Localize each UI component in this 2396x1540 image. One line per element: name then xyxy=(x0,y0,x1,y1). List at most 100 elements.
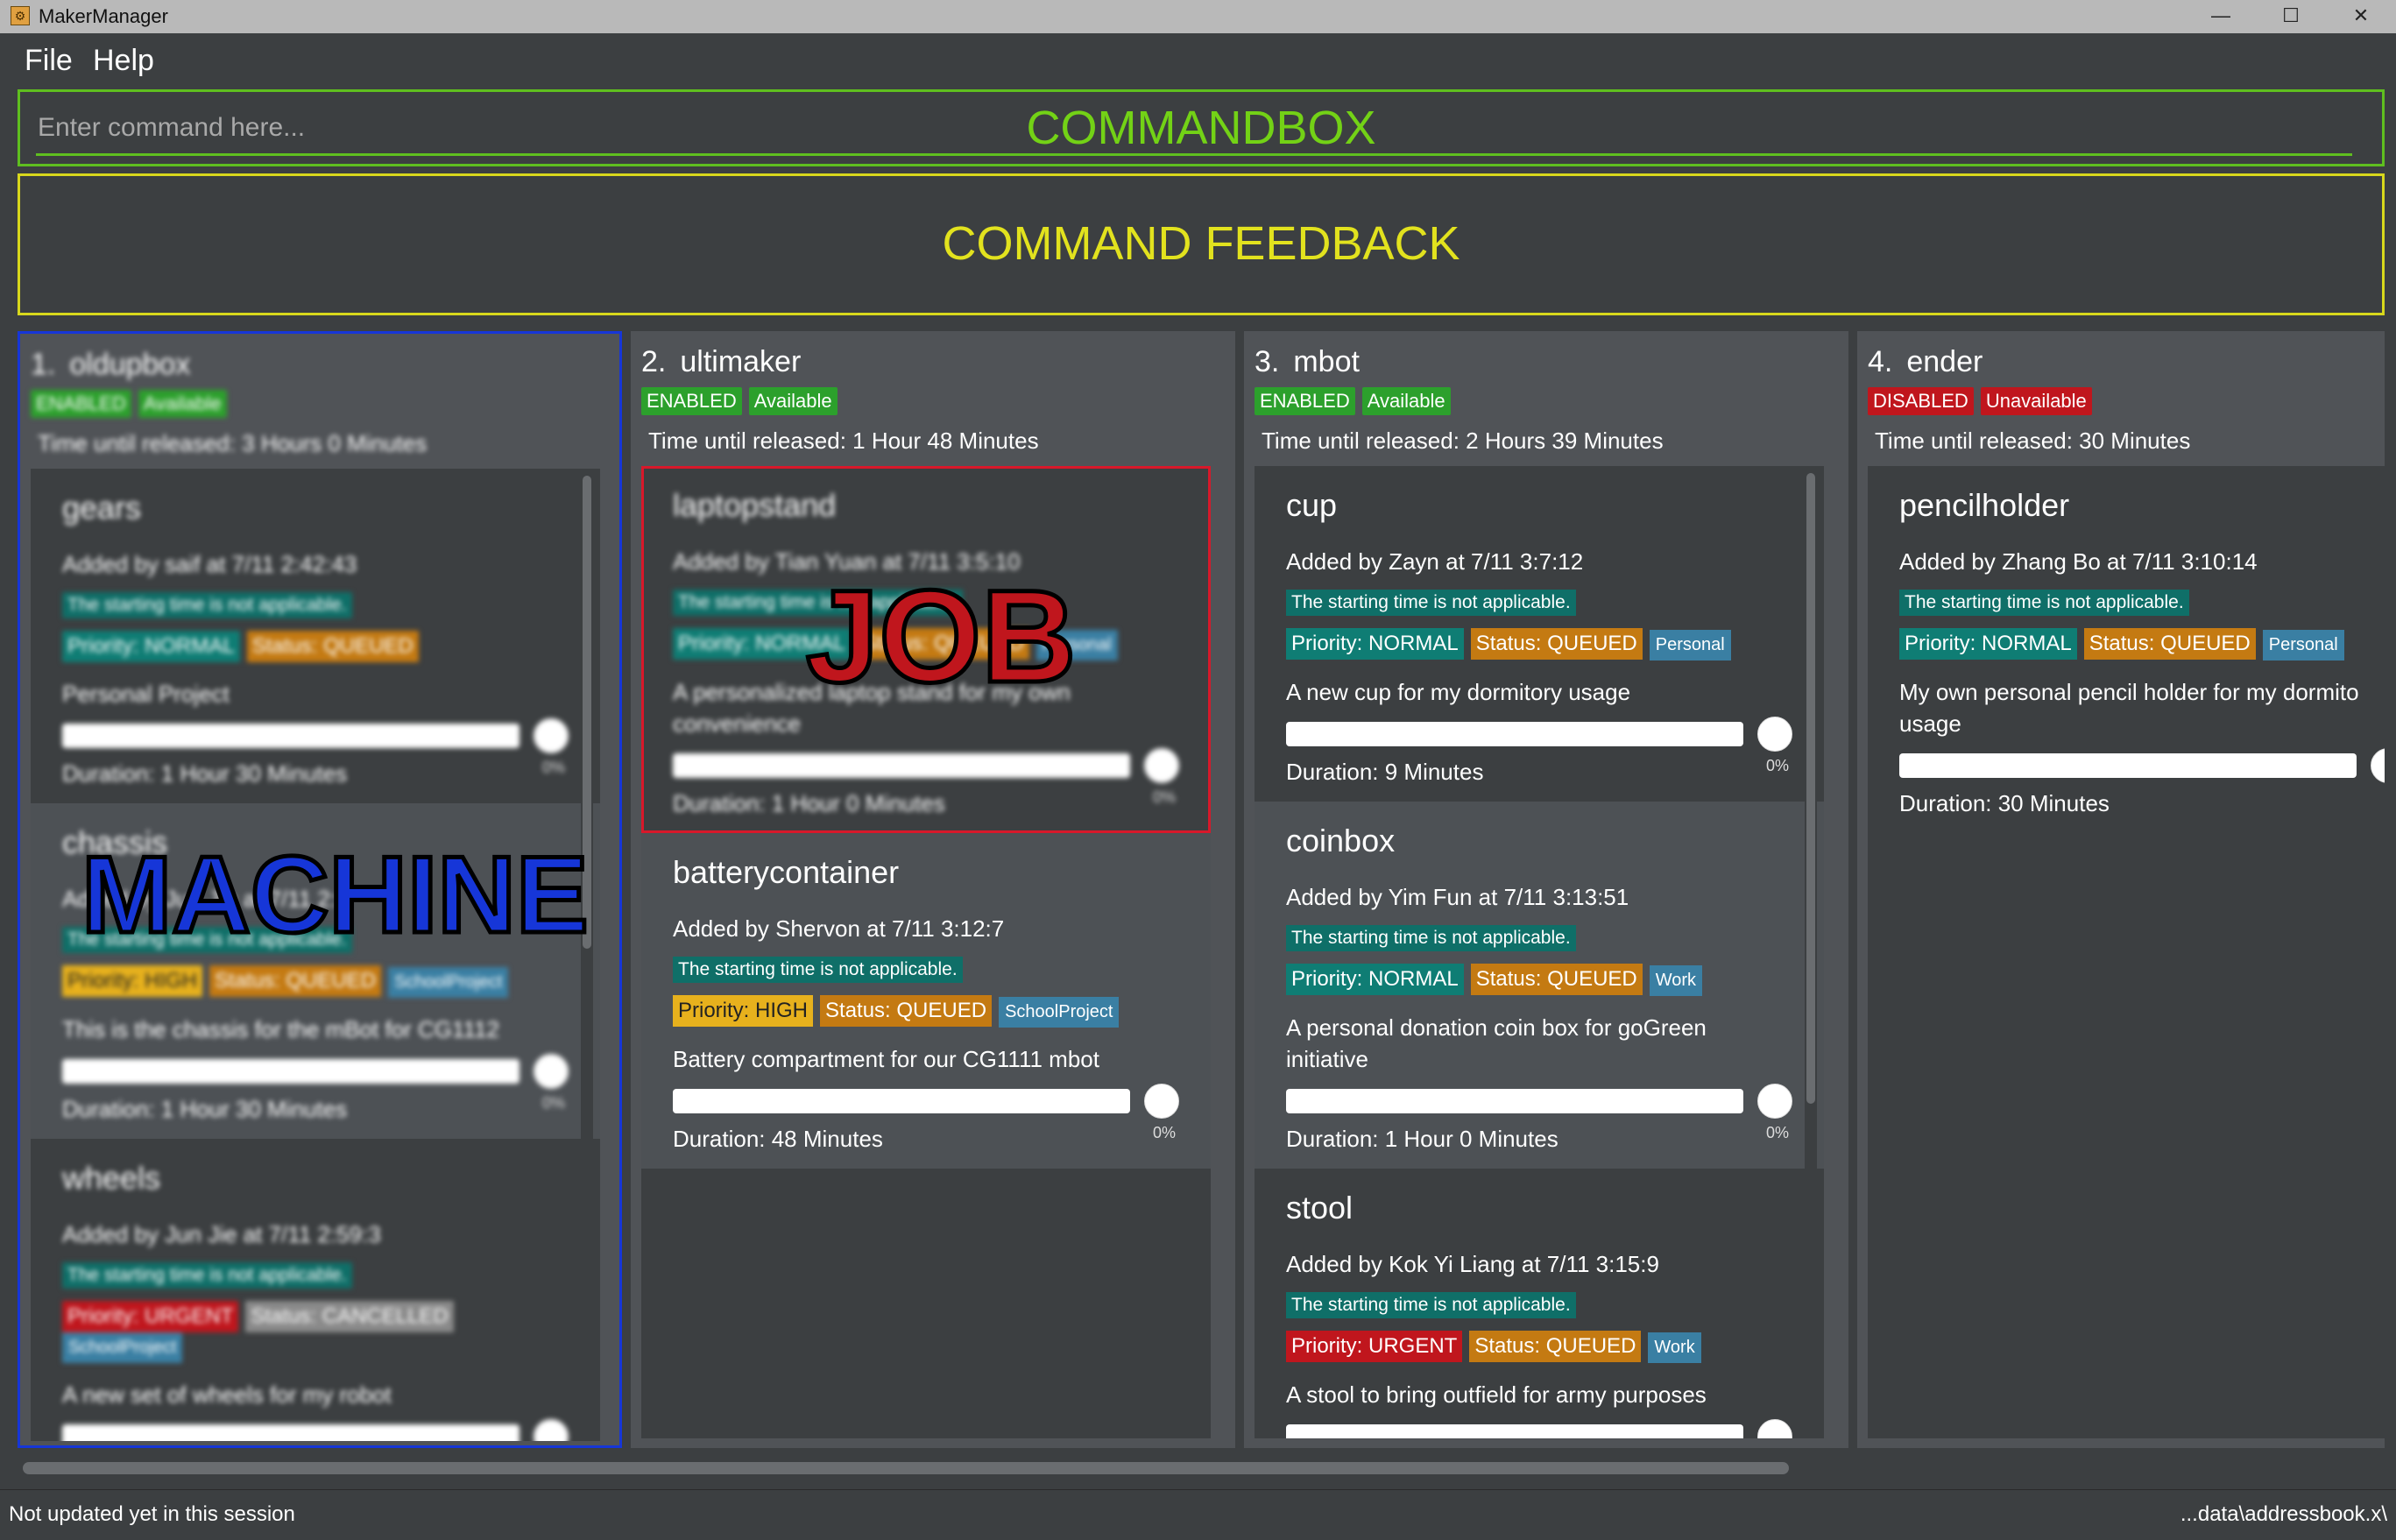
job-list-scrollbar[interactable] xyxy=(581,469,593,1441)
job-name: gears xyxy=(62,490,142,526)
job-name: cup xyxy=(1286,487,1338,523)
machine-card[interactable]: 2. ultimaker ENABLED Available Time until … xyxy=(631,331,1235,1448)
job-list[interactable]: gears Added by saif at 7/11 2:42:43 The … xyxy=(31,469,600,1441)
job-starting-time: The starting time is not applicable. xyxy=(673,590,963,616)
machine-availability-badge: Available xyxy=(1361,387,1451,415)
machine-card[interactable]: 3. mbot ENABLED Available Time until relea… xyxy=(1244,331,1848,1448)
job-name: batterycontainer xyxy=(673,854,900,890)
job-tags: Priority: URGENT Status: CANCELLED SchoolP… xyxy=(62,1301,569,1363)
job-progress-percent: 0% xyxy=(542,759,566,776)
job-added-by: Added by saif at 7/11 2:42:43 xyxy=(62,551,357,577)
job-progress-indicator xyxy=(1757,1084,1792,1119)
status-bar: Not updated yet in this session ...data\… xyxy=(0,1489,2396,1540)
job-name: pencilholder xyxy=(1899,487,2070,523)
job-starting-time: The starting time is not applicable. xyxy=(1286,1292,1576,1318)
machine-status-badge: DISABLED xyxy=(1868,387,1974,415)
job-description: A personal donation coin box for goGreen… xyxy=(1286,1014,1707,1072)
job-progress xyxy=(1286,1419,1792,1438)
app-icon: ⚙ xyxy=(11,6,30,25)
job-status-tag: Status: QUEUED xyxy=(1470,628,1643,660)
job-progress: 0% xyxy=(673,1084,1179,1141)
menu-bar: File Help xyxy=(0,33,2396,86)
horizontal-scrollbar-thumb[interactable] xyxy=(23,1462,1789,1474)
job-content: chassis Added by Jun Jie at 7/11 2:5 The… xyxy=(62,824,569,1123)
job-progress-indicator xyxy=(534,1054,569,1089)
machine-card[interactable]: 4. ender DISABLED Unavailable Time until r… xyxy=(1857,331,2385,1448)
machine-list[interactable]: 1. oldupbox ENABLED Available Time until r… xyxy=(18,331,2385,1448)
job-description: A new set of wheels for my robot xyxy=(62,1381,392,1408)
job-card[interactable]: batterycontainer Added by Shervon at 7/1… xyxy=(641,833,1211,1169)
job-progress: 0% xyxy=(62,1054,569,1112)
job-list-scrollbar[interactable] xyxy=(1805,466,1817,1438)
machine-card[interactable]: 1. oldupbox ENABLED Available Time until r… xyxy=(18,331,622,1448)
job-list[interactable]: laptopstand Added by Tian Yuan at 7/11 3… xyxy=(641,466,1211,1438)
job-starting-time: The starting time is not applicable. xyxy=(62,927,352,953)
job-description: A stool to bring outfield for army purpo… xyxy=(1286,1381,1707,1408)
job-status-tag: Status: QUEUED xyxy=(820,995,993,1027)
job-content: wheels Added by Jun Jie at 7/11 2:59:3 T… xyxy=(62,1160,569,1441)
job-duration: Duration: 30 Minutes xyxy=(1899,790,2110,816)
job-tags: Priority: NORMAL Status: QUEUED xyxy=(62,631,569,662)
machine-release-time: Time until released: 1 Hour 48 Minutes xyxy=(648,427,1039,454)
job-card[interactable]: coinbox Added by Yim Fun at 7/11 3:13:51… xyxy=(1255,802,1824,1169)
job-list[interactable]: cup Added by Zayn at 7/11 3:7:12 The sta… xyxy=(1255,466,1824,1438)
menu-help[interactable]: Help xyxy=(93,44,154,78)
job-card[interactable]: wheels Added by Jun Jie at 7/11 2:59:3 T… xyxy=(31,1139,600,1441)
job-progress-indicator xyxy=(2371,748,2385,783)
job-progress-percent: 0% xyxy=(1766,757,1790,774)
job-card[interactable]: gears Added by saif at 7/11 2:42:43 The … xyxy=(31,469,600,803)
job-card[interactable]: chassis Added by Jun Jie at 7/11 2:5 The… xyxy=(31,803,600,1139)
job-priority-tag: Priority: NORMAL xyxy=(1286,964,1464,995)
job-progress-indicator xyxy=(1757,717,1792,752)
machine-badges: ENABLED Available xyxy=(31,390,234,418)
job-name: wheels xyxy=(62,1160,161,1196)
job-list-scrollbar-thumb[interactable] xyxy=(583,476,591,949)
job-priority-tag: Priority: NORMAL xyxy=(673,628,851,660)
job-progress: 0% xyxy=(62,718,569,776)
minimize-button[interactable]: — xyxy=(2190,0,2251,33)
job-card[interactable]: pencilholder Added by Zhang Bo at 7/11 3… xyxy=(1868,466,2385,833)
job-project-tag: Personal xyxy=(2262,630,2344,661)
job-list-scrollbar-thumb[interactable] xyxy=(1806,473,1815,1104)
job-priority-tag: Priority: HIGH xyxy=(62,965,203,997)
job-progress-track xyxy=(62,724,519,748)
machine-status-badge: ENABLED xyxy=(31,390,131,418)
maximize-button[interactable]: ☐ xyxy=(2260,0,2322,33)
window-title: MakerManager xyxy=(39,5,168,27)
machine-release-time: Time until released: 30 Minutes xyxy=(1875,427,2191,454)
job-priority-tag: Priority: NORMAL xyxy=(62,631,240,662)
job-card[interactable]: laptopstand Added by Tian Yuan at 7/11 3… xyxy=(641,466,1211,833)
job-priority-tag: Priority: URGENT xyxy=(62,1301,239,1332)
job-priority-tag: Priority: HIGH xyxy=(673,995,814,1027)
job-list[interactable]: pencilholder Added by Zhang Bo at 7/11 3… xyxy=(1868,466,2385,1438)
job-content: pencilholder Added by Zhang Bo at 7/11 3… xyxy=(1899,487,2385,817)
job-progress-percent: 0% xyxy=(542,1094,566,1112)
job-description: A personalized laptop stand for my own c… xyxy=(673,679,1071,737)
machine-index: 4. xyxy=(1868,345,1893,378)
machine-name: 3. mbot xyxy=(1255,345,1360,379)
command-feedback: COMMAND FEEDBACK xyxy=(18,173,2385,315)
job-project-tag: Work xyxy=(1649,965,1703,996)
job-name: laptopstand xyxy=(673,487,837,523)
job-duration: Duration: 1 Hour 0 Minutes xyxy=(673,790,945,816)
job-description: A new cup for my dormitory usage xyxy=(1286,679,1631,705)
job-added-by: Added by Jun Jie at 7/11 2:59:3 xyxy=(62,1221,381,1247)
job-added-by: Added by Tian Yuan at 7/11 3:5:10 xyxy=(673,548,1021,575)
job-project-tag: Personal xyxy=(1649,630,1731,661)
horizontal-scrollbar[interactable] xyxy=(18,1458,2385,1477)
job-card[interactable]: stool Added by Kok Yi Liang at 7/11 3:15… xyxy=(1255,1169,1824,1438)
machine-badges: ENABLED Available xyxy=(641,387,845,415)
job-description: Personal Project xyxy=(62,681,230,707)
close-button[interactable]: ✕ xyxy=(2330,0,2392,33)
job-added-by: Added by Kok Yi Liang at 7/11 3:15:9 xyxy=(1286,1251,1659,1277)
job-progress-indicator xyxy=(1757,1419,1792,1438)
command-input[interactable] xyxy=(36,102,2352,156)
machine-name-text: oldupbox xyxy=(69,348,191,381)
job-card[interactable]: cup Added by Zayn at 7/11 3:7:12 The sta… xyxy=(1255,466,1824,802)
machine-status-badge: ENABLED xyxy=(1255,387,1355,415)
job-project-tag: SchoolProject xyxy=(62,1332,183,1363)
job-status-tag: Status: CANCELLED xyxy=(245,1301,454,1332)
command-box: COMMANDBOX xyxy=(18,89,2385,166)
job-added-by: Added by Zayn at 7/11 3:7:12 xyxy=(1286,548,1584,575)
menu-file[interactable]: File xyxy=(25,44,73,78)
